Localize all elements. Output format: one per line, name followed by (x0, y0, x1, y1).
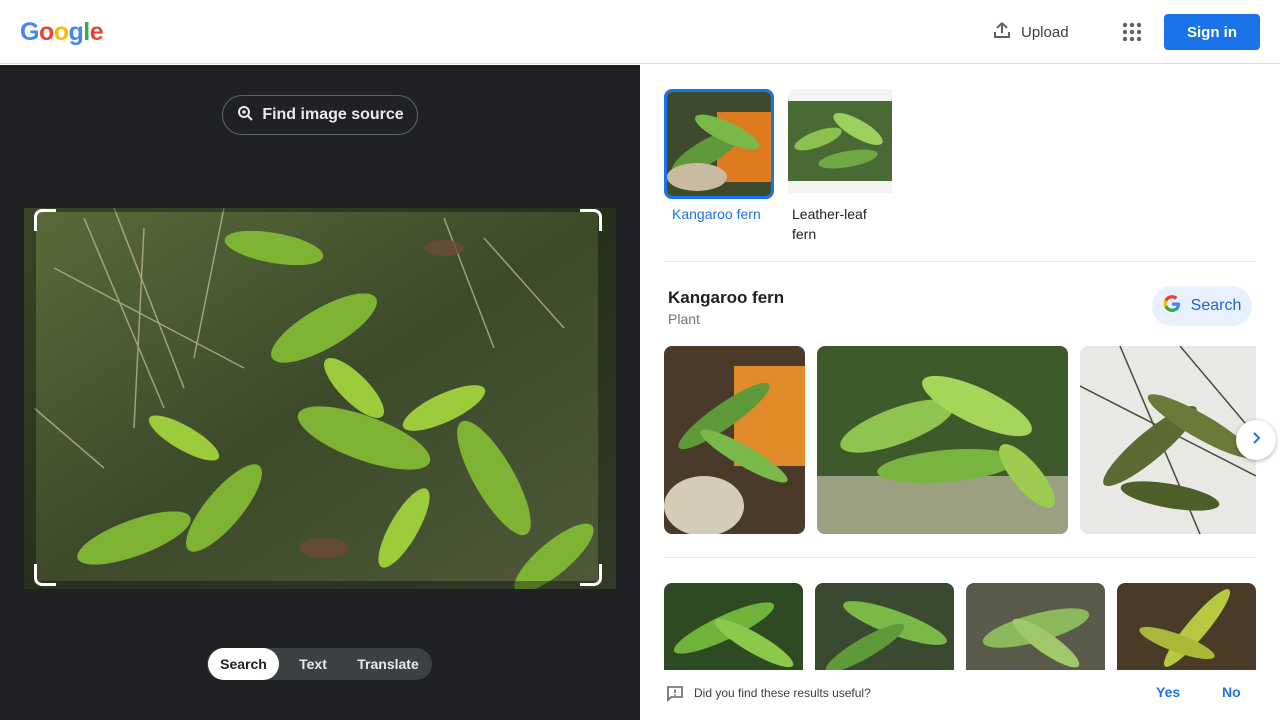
apps-grid-icon[interactable] (1120, 20, 1144, 44)
crop-handle-top-right[interactable] (580, 209, 602, 231)
upload-label: Upload (1021, 23, 1069, 41)
upload-icon (992, 20, 1012, 44)
result-image[interactable] (966, 583, 1105, 673)
mode-tab-translate[interactable]: Translate (347, 648, 429, 680)
crop-handle-top-left[interactable] (34, 209, 56, 231)
google-g-icon (1163, 294, 1181, 318)
upload-button[interactable]: Upload (992, 20, 1069, 44)
result-image[interactable] (1117, 583, 1256, 673)
feedback-question: Did you find these results useful? (694, 686, 871, 700)
divider (664, 261, 1256, 262)
divider (664, 557, 1256, 558)
feedback-bar: Did you find these results useful? Yes N… (640, 670, 1280, 720)
google-logo[interactable]: Google (20, 18, 104, 47)
feedback-yes-button[interactable]: Yes (1156, 684, 1180, 700)
mode-tab-text[interactable]: Text (279, 648, 347, 680)
mode-switcher: Search Text Translate (207, 648, 432, 680)
logo-letter: e (89, 18, 104, 46)
logo-letter: o (38, 18, 54, 46)
query-image[interactable] (24, 208, 616, 589)
logo-letter: G (20, 18, 39, 46)
sign-in-button[interactable]: Sign in (1164, 14, 1260, 50)
result-image[interactable] (664, 346, 805, 534)
lens-search-icon (236, 104, 254, 127)
crop-handle-bottom-right[interactable] (580, 564, 602, 586)
crop-handle-bottom-left[interactable] (34, 564, 56, 586)
chevron-right-icon (1248, 430, 1264, 451)
results-panel: Kangaroo fern Leather-leaf fern Kangaroo… (640, 65, 1280, 720)
find-image-source-button[interactable]: Find image source (222, 95, 418, 135)
query-image-panel: Find image source Search Text Translate (0, 65, 640, 720)
result-image[interactable] (664, 583, 803, 673)
feedback-icon (666, 685, 684, 708)
top-bar: Google Upload Sign in (0, 0, 1280, 64)
entity-subtitle: Plant (668, 311, 700, 327)
crop-shade-top (36, 208, 598, 212)
mode-tab-search[interactable]: Search (208, 648, 279, 680)
entity-title: Kangaroo fern (668, 288, 785, 307)
logo-letter: o (53, 18, 69, 46)
suggestion-label-kangaroo-fern[interactable]: Kangaroo fern (672, 204, 761, 224)
crop-shade-bottom (36, 581, 598, 589)
entity-search-label: Search (1190, 297, 1242, 314)
result-image[interactable] (817, 346, 1068, 534)
crop-shade-right (598, 208, 616, 589)
suggestion-thumb-leather-leaf-fern[interactable] (788, 89, 898, 199)
suggestion-thumb-kangaroo-fern[interactable] (664, 89, 774, 199)
crop-shade-left (24, 208, 36, 589)
result-image[interactable] (1080, 346, 1256, 534)
result-image[interactable] (815, 583, 954, 673)
entity-search-button[interactable]: Search (1152, 286, 1252, 326)
feedback-no-button[interactable]: No (1222, 684, 1241, 700)
logo-letter: g (68, 18, 84, 46)
next-results-button[interactable] (1236, 420, 1276, 460)
suggestion-label-leather-leaf-fern[interactable]: Leather-leaf fern (792, 204, 882, 244)
find-image-source-label: Find image source (262, 106, 404, 123)
